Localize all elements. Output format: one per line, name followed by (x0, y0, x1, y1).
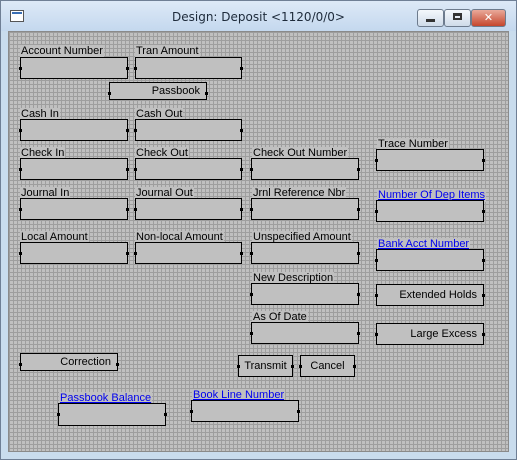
minimize-button[interactable] (417, 9, 444, 27)
design-canvas[interactable]: Account Number Tran Amount Passbook Cash… (8, 31, 509, 452)
large-excess-button[interactable]: Large Excess (375, 323, 485, 345)
maximize-button[interactable] (444, 9, 471, 27)
title-bar[interactable]: Design: Deposit <1120/0/0> ✕ (1, 1, 516, 31)
field-trace-number[interactable] (375, 149, 485, 171)
field-tran-amount[interactable] (134, 57, 243, 79)
field-local-amount[interactable] (19, 242, 129, 264)
field-check-in[interactable] (19, 158, 129, 180)
field-cash-in[interactable] (19, 119, 129, 141)
field-cash-out[interactable] (134, 119, 243, 141)
close-button[interactable]: ✕ (471, 9, 506, 27)
field-unspecified-amount[interactable] (250, 242, 360, 264)
extended-holds-button[interactable]: Extended Holds (375, 284, 485, 306)
field-check-out-number[interactable] (250, 158, 360, 180)
field-journal-out[interactable] (134, 198, 243, 220)
transmit-button[interactable]: Transmit (237, 355, 294, 377)
field-jrnl-reference-nbr[interactable] (250, 198, 360, 220)
field-number-of-dep-items[interactable] (375, 200, 485, 222)
cancel-button[interactable]: Cancel (299, 355, 356, 377)
field-book-line-number[interactable] (190, 400, 300, 422)
maximize-icon (453, 13, 462, 20)
field-non-local-amount[interactable] (134, 242, 243, 264)
field-new-description[interactable] (250, 283, 360, 305)
field-journal-in[interactable] (19, 198, 129, 220)
passbook-button[interactable]: Passbook (108, 82, 208, 100)
close-icon: ✕ (483, 11, 494, 24)
field-check-out[interactable] (134, 158, 243, 180)
field-passbook-balance[interactable] (57, 403, 167, 426)
field-bank-acct-number[interactable] (375, 249, 485, 271)
correction-button[interactable]: Correction (19, 353, 119, 371)
field-as-of-date[interactable] (250, 322, 360, 344)
design-window: Design: Deposit <1120/0/0> ✕ Account Num… (0, 0, 517, 460)
minimize-icon (426, 19, 435, 22)
field-account-number[interactable] (19, 57, 129, 79)
